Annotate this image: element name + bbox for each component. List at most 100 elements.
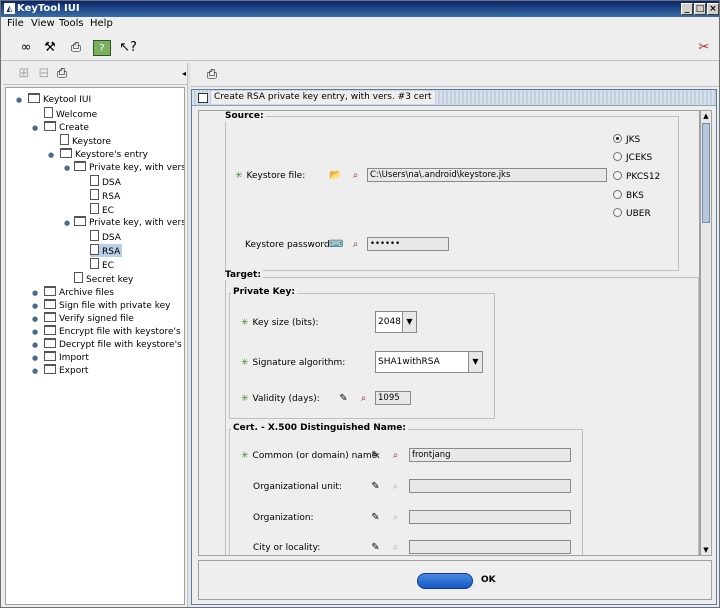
context-help-icon[interactable]: ↖? xyxy=(119,40,137,56)
printer-icon[interactable]: ⎙ xyxy=(67,40,85,56)
tree-item-decrypt-file[interactable]: Decrypt file with keystore's entry xyxy=(44,338,184,351)
scroll-up-icon[interactable]: ▲ xyxy=(701,111,711,121)
edit-city-icon[interactable]: ✎ xyxy=(369,541,382,554)
radio-uber[interactable]: UBER xyxy=(613,208,651,219)
frame-title: Create RSA private key entry, with vers.… xyxy=(211,91,435,104)
clear-icon[interactable]: ⌕ xyxy=(349,169,362,182)
internal-frame: Create RSA private key entry, with vers.… xyxy=(191,89,717,605)
vertical-scrollbar[interactable]: ▲ ▼ xyxy=(700,110,712,556)
folder-icon xyxy=(74,161,86,171)
validity-field[interactable]: 1095 xyxy=(375,391,411,405)
scroll-down-icon[interactable]: ▼ xyxy=(701,545,711,555)
tree-item-secret-key[interactable]: Secret key xyxy=(74,272,133,285)
source-title: Source: xyxy=(223,111,266,121)
keystore-password-label: Keystore password: xyxy=(245,240,333,250)
tree-item-sign-file[interactable]: Sign file with private key xyxy=(44,299,170,312)
tree-item-pk3-rsa[interactable]: RSA xyxy=(90,244,123,257)
tree-item-root[interactable]: Keytool IUI xyxy=(28,93,91,106)
expand-icon[interactable]: ⊞ xyxy=(15,66,33,82)
common-name-field[interactable]: frontjang xyxy=(409,448,571,462)
tree-item-pk1-dsa[interactable]: DSA xyxy=(90,175,121,188)
left-toolbar: ⊞ ⊟ ⎙ ◂ xyxy=(3,63,187,85)
clear-validity-icon[interactable]: ⌕ xyxy=(357,392,370,405)
folder-icon xyxy=(44,364,56,374)
tree-handle-icon[interactable]: ● xyxy=(64,220,70,227)
org-unit-field[interactable] xyxy=(409,479,571,493)
organization-field[interactable] xyxy=(409,510,571,524)
tree-item-pk1-ec[interactable]: EC xyxy=(90,203,114,216)
city-field[interactable] xyxy=(409,540,571,554)
tree-item-pk1-rsa[interactable]: RSA xyxy=(90,189,120,202)
tree-item-verify-file[interactable]: Verify signed file xyxy=(44,312,134,325)
tree-handle-icon[interactable]: ● xyxy=(32,303,38,310)
signature-algorithm-select[interactable]: SHA1withRSA ▼ xyxy=(375,351,483,373)
exit-icon[interactable]: ✂ xyxy=(695,40,713,56)
hammer-icon[interactable]: ⚒ xyxy=(41,40,59,56)
tree-item-welcome[interactable]: Welcome xyxy=(44,107,97,120)
tree-handle-icon[interactable]: ● xyxy=(32,355,38,362)
keystore-file-field[interactable]: C:\Users\na\.android\keystore.jks xyxy=(367,168,607,182)
tree-handle-icon[interactable]: ● xyxy=(32,316,38,323)
tree-handle-icon[interactable]: ● xyxy=(32,329,38,336)
clear-common-name-icon[interactable]: ⌕ xyxy=(389,449,402,462)
key-size-select[interactable]: 2048 ▼ xyxy=(375,311,417,333)
print-tree-icon[interactable]: ⎙ xyxy=(53,66,71,82)
collapse-icon[interactable]: ⊟ xyxy=(35,66,53,82)
tree-item-create[interactable]: Create xyxy=(44,121,89,134)
folder-icon xyxy=(44,286,56,296)
tree-item-encrypt-file[interactable]: Encrypt file with keystore's entry xyxy=(44,325,184,338)
edit-common-name-icon[interactable]: ✎ xyxy=(369,449,382,462)
binoculars-icon[interactable]: ∞ xyxy=(17,40,35,56)
radio-pkcs12[interactable]: PKCS12 xyxy=(613,171,660,182)
print-icon[interactable]: ⎙ xyxy=(203,67,221,83)
tree-item-keystores-entry[interactable]: Keystore's entry xyxy=(60,148,148,161)
navigation-pane: ⊞ ⊟ ⎙ ◂ ● Keytool IUI Welcome ● Create K… xyxy=(3,63,187,607)
tree-handle-icon[interactable]: ● xyxy=(32,290,38,297)
tree-item-pk3-dsa[interactable]: DSA xyxy=(90,230,121,243)
maximize-button[interactable]: □ xyxy=(694,3,706,15)
edit-org-unit-icon[interactable]: ✎ xyxy=(369,480,382,493)
key-size-label: ✳ Key size (bits): xyxy=(241,318,319,328)
help-icon[interactable]: ? xyxy=(93,40,111,56)
radio-jceks[interactable]: JCEKS xyxy=(613,152,652,163)
form-panel: Source: ✳ Keystore file: 📂 ⌕ C:\Users\na\… xyxy=(198,110,700,556)
scroll-thumb[interactable] xyxy=(702,123,710,223)
tree-item-pk3-ec[interactable]: EC xyxy=(90,258,114,271)
edit-icon[interactable]: ✎ xyxy=(337,392,350,405)
radio-jks[interactable]: JKS xyxy=(613,134,640,145)
menu-file[interactable]: File xyxy=(7,18,24,29)
menu-help[interactable]: Help xyxy=(90,18,113,29)
menu-tools[interactable]: Tools xyxy=(59,18,84,29)
ok-label[interactable]: OK xyxy=(481,575,496,585)
application-window: ◭ KeyTool IUI _ □ × File View Tools Help… xyxy=(0,0,720,608)
signature-algorithm-label: ✳ Signature algorithm: xyxy=(241,358,346,368)
tree-handle-icon[interactable]: ● xyxy=(64,165,70,172)
minimize-button[interactable]: _ xyxy=(681,3,693,15)
task-tree: ● Keytool IUI Welcome ● Create Keystore … xyxy=(5,87,185,605)
tree-handle-icon[interactable]: ● xyxy=(16,97,22,104)
tree-item-archive-files[interactable]: Archive files xyxy=(44,286,114,299)
edit-organization-icon[interactable]: ✎ xyxy=(369,511,382,524)
radio-bks[interactable]: BKS xyxy=(613,190,644,201)
tree-handle-icon[interactable]: ● xyxy=(48,152,54,159)
keyboard-icon[interactable]: ⌨ xyxy=(329,238,343,251)
document-icon xyxy=(90,203,99,214)
tree-handle-icon[interactable]: ● xyxy=(32,368,38,375)
tree-item-import[interactable]: Import xyxy=(44,351,89,364)
folder-icon xyxy=(60,148,72,158)
tree-item-pk3[interactable]: Private key, with vers. #3 xyxy=(74,216,184,229)
menu-view[interactable]: View xyxy=(31,18,55,29)
keystore-password-field[interactable]: •••••• xyxy=(367,237,449,251)
tree-handle-icon[interactable]: ● xyxy=(32,342,38,349)
document-icon xyxy=(60,134,69,145)
tree-item-keystore[interactable]: Keystore xyxy=(60,134,111,147)
clear-password-icon[interactable]: ⌕ xyxy=(349,238,362,251)
radio-button xyxy=(613,171,622,180)
ok-button[interactable] xyxy=(417,573,473,589)
close-button[interactable]: × xyxy=(707,3,719,15)
tree-handle-icon[interactable]: ● xyxy=(32,125,38,132)
tree-item-export[interactable]: Export xyxy=(44,364,88,377)
open-folder-icon[interactable]: 📂 xyxy=(329,169,342,182)
tree-item-pk1[interactable]: Private key, with vers. #1 xyxy=(74,161,184,174)
app-icon: ◭ xyxy=(4,3,15,14)
